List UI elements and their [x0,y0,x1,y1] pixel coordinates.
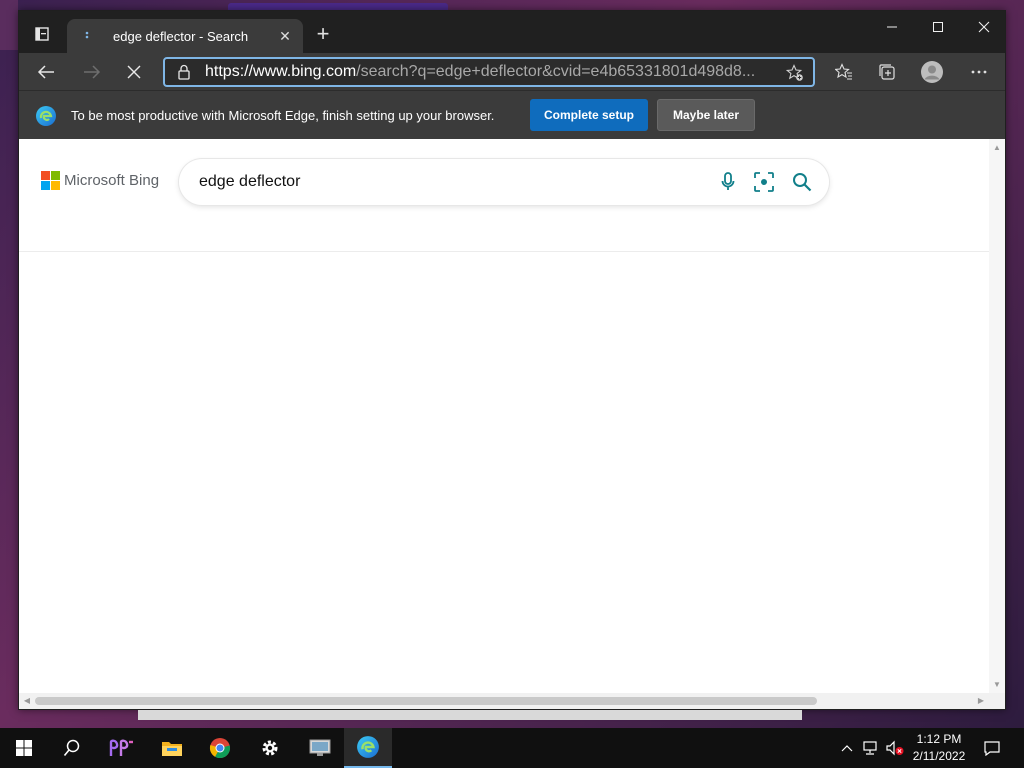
web-page-content: Microsoft Bing [19,139,991,694]
search-icon[interactable] [791,171,813,193]
scroll-down-icon[interactable]: ▼ [992,680,1002,690]
clock-time: 1:12 PM [916,732,962,746]
address-bar[interactable]: https://www.bing.com/search?q=edge+defle… [163,57,815,87]
file-explorer-icon[interactable] [148,728,196,768]
scroll-right-icon[interactable]: ▶ [976,696,986,706]
maybe-later-button[interactable]: Maybe later [657,99,755,131]
horizontal-scroll-thumb[interactable] [35,697,817,705]
bing-logo-text: Microsoft Bing [64,171,160,189]
horizontal-scrollbar[interactable]: ◀ ▶ [19,693,1005,709]
visual-search-icon[interactable] [753,171,775,193]
search-taskbar-icon[interactable] [48,728,96,768]
favorites-icon[interactable] [829,57,859,87]
infobar-message: To be most productive with Microsoft Edg… [71,108,495,123]
windows-taskbar: 1:12 PM 2/11/2022 [0,728,1024,768]
minimize-icon[interactable] [869,11,915,43]
network-icon[interactable] [860,728,882,768]
settings-gear-icon[interactable] [246,728,294,768]
vertical-scrollbar[interactable]: ▲ ▼ [989,139,1005,694]
search-box [179,159,829,205]
tab-title: edge deflector - Search [113,28,249,44]
tab-actions-icon[interactable] [29,21,55,47]
microphone-icon[interactable] [717,171,739,193]
close-tab-icon[interactable]: ✕ [277,28,293,44]
volume-muted-icon[interactable] [884,728,906,768]
add-favorite-icon[interactable] [785,63,805,83]
scroll-left-icon[interactable]: ◀ [22,696,32,706]
header-divider [19,251,991,252]
start-windows-icon[interactable] [0,728,48,768]
lock-icon[interactable] [177,64,195,80]
complete-setup-button[interactable]: Complete setup [530,99,648,131]
navigation-toolbar: https://www.bing.com/search?q=edge+defle… [19,53,1005,90]
address-url: https://www.bing.com/search?q=edge+defle… [205,63,765,81]
tab-bing-search[interactable]: edge deflector - Search ✕ [67,19,303,53]
edge-logo-icon [35,105,57,127]
more-options-icon[interactable] [964,57,994,87]
new-tab-icon[interactable]: + [311,23,335,47]
remote-desktop-icon[interactable] [296,728,344,768]
search-input[interactable] [199,169,699,195]
chrome-icon[interactable] [196,728,244,768]
scroll-up-icon[interactable]: ▲ [992,143,1002,153]
url-path: /search?q=edge+deflector&cvid=e4b6533180… [356,63,756,80]
edge-taskbar-icon[interactable] [344,728,392,768]
url-host: https://www.bing.com [205,63,357,80]
edge-browser-window: edge deflector - Search ✕ + https://www.… [18,10,1006,710]
app-purple-icon[interactable] [98,728,146,768]
show-hidden-icons-icon[interactable] [836,728,858,768]
title-bar: edge deflector - Search ✕ + [19,11,1005,53]
notifications-icon[interactable] [978,728,1006,768]
setup-infobar: To be most productive with Microsoft Edg… [19,90,1005,139]
microsoft-logo-icon [41,171,60,190]
forward-arrow-icon[interactable] [77,57,107,87]
stop-loading-icon[interactable] [119,57,149,87]
back-arrow-icon[interactable] [31,57,61,87]
close-window-icon[interactable] [961,11,1007,43]
clock-date: 2/11/2022 [912,749,966,763]
maximize-icon[interactable] [915,11,961,43]
collections-icon[interactable] [872,57,902,87]
background-window-edge [138,710,802,720]
profile-avatar-icon[interactable] [917,57,947,87]
bing-logo[interactable]: Microsoft Bing [41,171,160,190]
desktop-background [0,0,18,50]
loading-favicon-icon [79,28,95,44]
system-clock[interactable]: 1:12 PM 2/11/2022 [904,731,974,765]
